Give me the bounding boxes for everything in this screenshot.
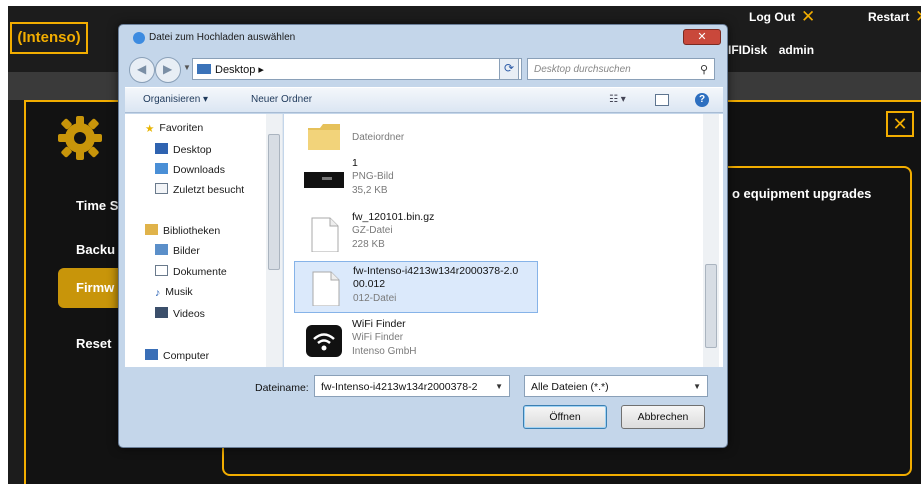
file-name: 1 [352, 157, 358, 169]
nav-pane-scrollbar[interactable] [266, 114, 282, 367]
logout-icon[interactable]: ✕ [801, 7, 815, 27]
address-bar[interactable]: Desktop ▸ ▼ [192, 58, 522, 80]
search-icon[interactable]: ⚲ [700, 63, 708, 76]
file-item-folder[interactable]: Dateiordner [294, 114, 538, 152]
desktop-icon [197, 64, 211, 74]
wifi-icon [306, 325, 342, 357]
file-item-wifi-finder[interactable]: WiFi Finder WiFi Finder Intenso GmbH [294, 315, 538, 367]
dialog-title-bar: Datei zum Hochladen auswählen [133, 32, 296, 44]
nav-item-desktop[interactable]: Desktop [155, 143, 212, 156]
computer-icon [145, 349, 158, 360]
filetype-dropdown-icon[interactable]: ▼ [693, 382, 701, 391]
recent-icon [155, 183, 168, 194]
downloads-icon [155, 163, 168, 174]
file-type: PNG-Bild [352, 171, 394, 182]
nav-item-zuletzt[interactable]: Zuletzt besucht [155, 183, 244, 196]
nav-item-favoriten[interactable]: ★ Favoriten [145, 122, 203, 135]
nav-item-videos[interactable]: Videos [155, 307, 205, 320]
file-type: GZ-Datei [352, 225, 393, 236]
organize-menu[interactable]: Organisieren ▾ [143, 94, 208, 105]
file-type: Dateiordner [352, 132, 405, 143]
preview-pane-icon[interactable] [655, 94, 669, 106]
nav-item-bibliotheken[interactable]: Bibliotheken [145, 224, 220, 237]
file-name: fw-Intenso-i4213w134r2000378-2.0 00.012 [353, 265, 519, 290]
filename-value: fw-Intenso-i4213w134r2000378-2 [321, 381, 478, 393]
filetype-value: Alle Dateien (*.*) [531, 381, 609, 393]
search-placeholder: Desktop durchsuchen [534, 64, 631, 75]
desktop-icon [155, 143, 168, 154]
file-size: 35,2 KB [352, 185, 388, 196]
restart-icon[interactable]: ✕ [915, 7, 921, 27]
intenso-logo: (Intenso) [10, 22, 88, 54]
folder-icon [308, 124, 340, 150]
nav-item-bilder[interactable]: Bilder [155, 244, 200, 257]
filename-label: Dateiname: [255, 382, 309, 394]
dialog-close-button[interactable]: ✕ [683, 29, 721, 45]
library-icon [145, 224, 158, 235]
pictures-icon [155, 244, 168, 255]
star-icon: ★ [145, 123, 155, 135]
filetype-select[interactable]: Alle Dateien (*.*) ▼ [524, 375, 708, 397]
navigation-pane: ★ Favoriten Desktop Downloads Zuletzt bes… [125, 114, 283, 367]
nav-item-downloads[interactable]: Downloads [155, 163, 225, 176]
refresh-button[interactable]: ⟳ [499, 58, 519, 80]
gear-icon [58, 116, 102, 160]
cancel-button[interactable]: Abbrechen [621, 405, 705, 429]
image-thumbnail-icon [304, 172, 344, 188]
nav-scrollbar-thumb[interactable] [268, 134, 280, 270]
open-button[interactable]: Öffnen [523, 405, 607, 429]
back-arrow-icon: ◀ [137, 62, 147, 76]
file-upload-dialog: Datei zum Hochladen auswählen ✕ ◀ ▶ ▼ De… [118, 24, 728, 448]
file-item-gz[interactable]: fw_120101.bin.gz GZ-Datei 228 KB [294, 208, 538, 260]
file-icon [311, 217, 339, 252]
view-options-icon[interactable]: ☷ ▾ [609, 94, 626, 105]
file-item-png[interactable]: 1 PNG-Bild 35,2 KB [294, 154, 538, 206]
filename-input[interactable]: fw-Intenso-i4213w134r2000378-2 ▼ [314, 375, 510, 397]
new-folder-button[interactable]: Neuer Ordner [251, 94, 312, 105]
history-dropdown-icon[interactable]: ▼ [183, 63, 191, 72]
videos-icon [155, 307, 168, 318]
file-pane-scrollbar[interactable] [703, 114, 719, 367]
nav-item-computer[interactable]: Computer [145, 349, 209, 362]
back-button[interactable]: ◀ [129, 57, 155, 83]
file-type: 012-Datei [353, 293, 397, 304]
nav-item-musik[interactable]: ♪ Musik [155, 286, 193, 299]
panel-close-button[interactable]: ✕ [886, 111, 914, 137]
device-user-label: IFIDisk admin [728, 43, 822, 57]
logout-link[interactable]: Log Out [749, 10, 795, 24]
dialog-title: Datei zum Hochladen auswählen [149, 32, 296, 43]
file-scrollbar-thumb[interactable] [705, 264, 717, 348]
file-name: fw_120101.bin.gz [352, 211, 435, 223]
filename-dropdown-icon[interactable]: ▼ [495, 382, 503, 391]
file-name: WiFi Finder [352, 318, 406, 330]
file-icon [312, 271, 340, 306]
restart-link[interactable]: Restart [868, 10, 909, 24]
content-text: o equipment upgrades [732, 186, 872, 201]
forward-button[interactable]: ▶ [155, 57, 181, 83]
search-input[interactable]: Desktop durchsuchen ⚲ [527, 58, 715, 80]
address-text: Desktop ▸ [215, 64, 264, 76]
documents-icon [155, 265, 168, 276]
file-type: WiFi Finder [352, 332, 404, 343]
dialog-toolbar: Organisieren ▾ Neuer Ordner ☷ ▾ ? [125, 87, 723, 113]
forward-arrow-icon: ▶ [163, 62, 173, 76]
file-item-firmware[interactable]: fw-Intenso-i4213w134r2000378-2.0 00.012 0… [294, 261, 538, 313]
file-size: 228 KB [352, 239, 385, 250]
nav-item-dokumente[interactable]: Dokumente [155, 265, 227, 278]
file-list-pane: Dateiordner 1 PNG-Bild 35,2 KB fw_120101… [284, 114, 723, 367]
file-publisher: Intenso GmbH [352, 346, 417, 357]
browser-icon [133, 32, 145, 44]
help-icon[interactable]: ? [695, 93, 709, 107]
user-name: admin [778, 43, 815, 57]
music-icon: ♪ [155, 287, 161, 299]
device-name: IFIDisk [728, 43, 768, 57]
